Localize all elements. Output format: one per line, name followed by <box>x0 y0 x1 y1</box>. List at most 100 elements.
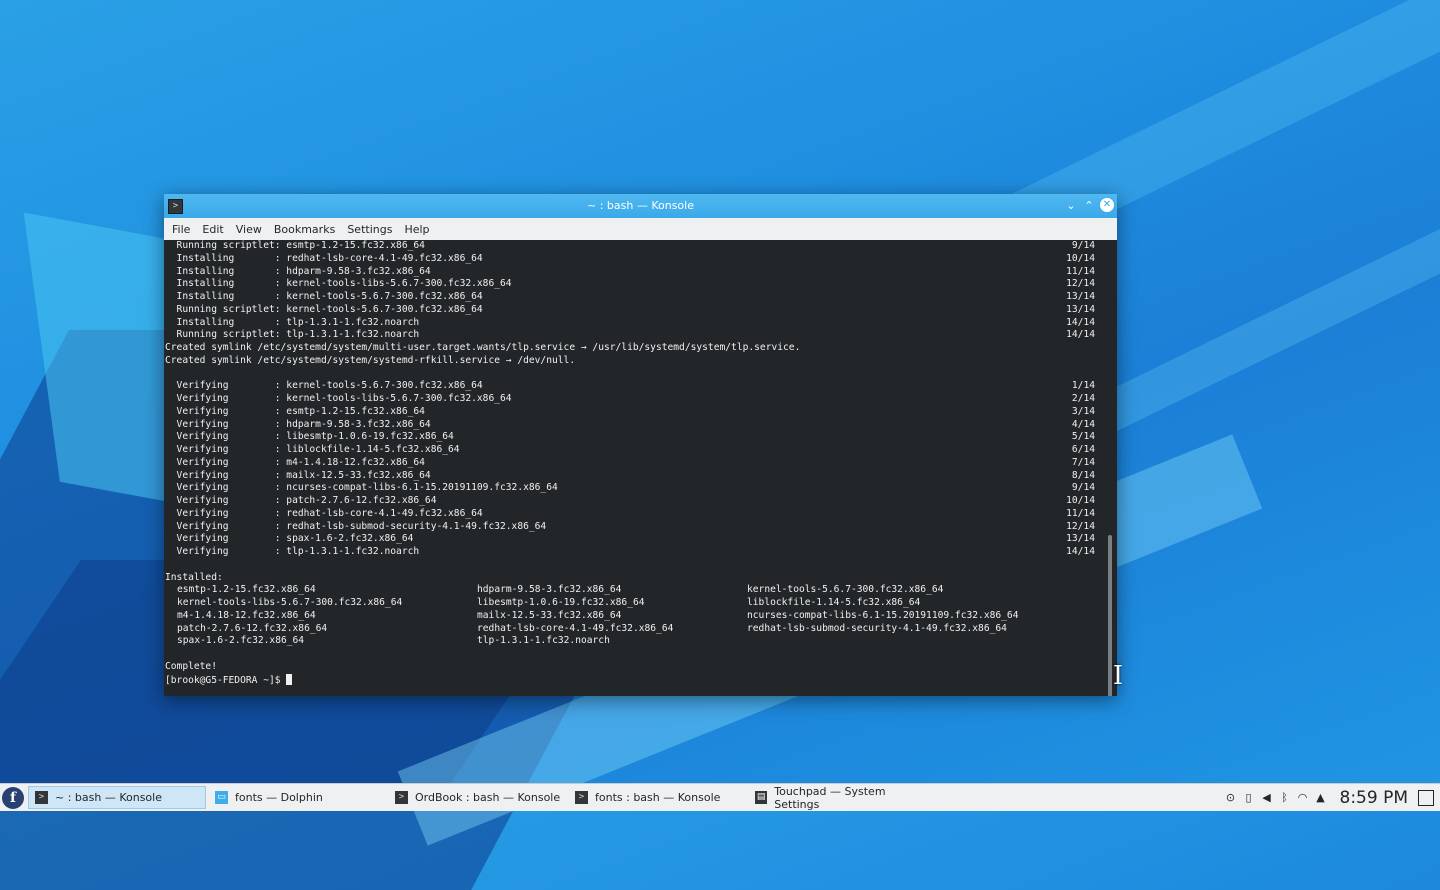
terminal-line: Verifying : tlp-1.3.1-1.fc32.noarch 14/14 <box>165 546 1117 559</box>
menu-edit[interactable]: Edit <box>196 223 229 236</box>
terminal-line: Verifying : libesmtp-1.0.6-19.fc32.x86_6… <box>165 431 1117 444</box>
bluetooth-icon[interactable]: ᛒ <box>1276 791 1294 804</box>
installed-package: kernel-tools-libs-5.6.7-300.fc32.x86_64 <box>177 597 402 610</box>
terminal-line: Verifying : redhat-lsb-core-4.1-49.fc32.… <box>165 508 1117 521</box>
progress-counter: 8/14 <box>1065 470 1095 483</box>
progress-counter: 12/14 <box>1065 521 1095 534</box>
progress-counter: 9/14 <box>1065 240 1095 253</box>
maximize-icon[interactable]: ⌃ <box>1081 198 1097 214</box>
ibeam-cursor-icon: I <box>1111 662 1125 690</box>
terminal-line: Running scriptlet: tlp-1.3.1-1.fc32.noar… <box>165 329 1117 342</box>
terminal-line-text: Verifying : kernel-tools-5.6.7-300.fc32.… <box>165 380 483 391</box>
terminal-line-text: Running scriptlet: tlp-1.3.1-1.fc32.noar… <box>165 329 419 340</box>
terminal-line: Installing : kernel-tools-5.6.7-300.fc32… <box>165 291 1117 304</box>
complete-message: Complete! <box>165 661 1117 674</box>
text-cursor <box>286 674 292 685</box>
konsole-icon: > <box>575 791 588 804</box>
taskbar-task-label: ~ : bash — Konsole <box>55 791 162 804</box>
installed-package: spax-1.6-2.fc32.x86_64 <box>177 635 304 648</box>
fedora-logo-icon[interactable]: f <box>2 787 24 809</box>
tray-expand-icon[interactable]: ▲ <box>1312 791 1330 804</box>
digital-clock[interactable]: 8:59 PM <box>1340 788 1409 808</box>
progress-counter: 2/14 <box>1065 393 1095 406</box>
terminal-line: Created symlink /etc/systemd/system/syst… <box>165 355 1117 368</box>
show-desktop-icon[interactable] <box>1418 790 1434 806</box>
menu-file[interactable]: File <box>166 223 196 236</box>
installed-package: tlp-1.3.1-1.fc32.noarch <box>477 635 610 648</box>
shell-prompt: [brook@G5-FEDORA ~]$ <box>165 675 286 686</box>
menu-help[interactable]: Help <box>398 223 435 236</box>
progress-counter: 11/14 <box>1065 266 1095 279</box>
progress-counter: 11/14 <box>1065 508 1095 521</box>
terminal-line-text: Verifying : ncurses-compat-libs-6.1-15.2… <box>165 482 558 493</box>
terminal-line-text: Verifying : mailx-12.5-33.fc32.x86_64 <box>165 470 431 481</box>
taskbar-task-label: OrdBook : bash — Konsole <box>415 791 560 804</box>
konsole-window[interactable]: > ~ : bash — Konsole ⌄ ⌃ ✕ File Edit Vie… <box>164 194 1117 696</box>
menu-bar: File Edit View Bookmarks Settings Help <box>164 218 1117 241</box>
installed-package: patch-2.7.6-12.fc32.x86_64 <box>177 623 327 636</box>
terminal-line: Verifying : patch-2.7.6-12.fc32.x86_64 10… <box>165 495 1117 508</box>
volume-icon[interactable]: ◀ <box>1258 791 1276 804</box>
progress-counter: 14/14 <box>1065 546 1095 559</box>
progress-counter: 7/14 <box>1065 457 1095 470</box>
terminal-line: Created symlink /etc/systemd/system/mult… <box>165 342 1117 355</box>
progress-counter: 13/14 <box>1065 304 1095 317</box>
progress-counter: 4/14 <box>1065 419 1095 432</box>
terminal-output[interactable]: Running scriptlet: esmtp-1.2-15.fc32.x86… <box>164 240 1117 696</box>
progress-counter: 12/14 <box>1065 278 1095 291</box>
taskbar-task[interactable]: ▤Touchpad — System Settings <box>748 786 926 809</box>
window-title: ~ : bash — Konsole <box>164 199 1117 212</box>
terminal-line: Installing : redhat-lsb-core-4.1-49.fc32… <box>165 253 1117 266</box>
terminal-line <box>165 648 1117 661</box>
application-launcher[interactable]: f <box>0 785 26 811</box>
terminal-line <box>165 368 1117 381</box>
terminal-line: Verifying : spax-1.6-2.fc32.x86_6413/14 <box>165 533 1117 546</box>
terminal-line-text: Installing : kernel-tools-libs-5.6.7-300… <box>165 278 512 289</box>
installed-package: m4-1.4.18-12.fc32.x86_64 <box>177 610 316 623</box>
terminal-line-text: Verifying : hdparm-9.58-3.fc32.x86_64 <box>165 419 431 430</box>
terminal-line: Verifying : kernel-tools-5.6.7-300.fc32.… <box>165 380 1117 393</box>
wifi-icon[interactable]: ◠ <box>1294 791 1312 804</box>
terminal-line-text: Installing : hdparm-9.58-3.fc32.x86_64 <box>165 266 431 277</box>
installed-package: libesmtp-1.0.6-19.fc32.x86_64 <box>477 597 645 610</box>
terminal-line-text: Installing : redhat-lsb-core-4.1-49.fc32… <box>165 253 483 264</box>
terminal-line: Verifying : esmtp-1.2-15.fc32.x86_643/14 <box>165 406 1117 419</box>
terminal-line-text: Verifying : patch-2.7.6-12.fc32.x86_64 <box>165 495 436 506</box>
installed-row: m4-1.4.18-12.fc32.x86_64mailx-12.5-33.fc… <box>165 610 1117 623</box>
progress-counter: 6/14 <box>1065 444 1095 457</box>
menu-settings[interactable]: Settings <box>341 223 398 236</box>
taskbar-task-label: fonts — Dolphin <box>235 791 323 804</box>
installed-row: kernel-tools-libs-5.6.7-300.fc32.x86_64 l… <box>165 597 1117 610</box>
taskbar-task[interactable]: ▭ fonts — Dolphin <box>208 786 386 809</box>
folder-icon: ▭ <box>215 791 228 804</box>
close-icon[interactable]: ✕ <box>1100 198 1114 212</box>
installed-package: liblockfile-1.14-5.fc32.x86_64 <box>747 597 920 610</box>
terminal-line-text: Installed: <box>165 572 223 583</box>
terminal-line-text: Running scriptlet: esmtp-1.2-15.fc32.x86… <box>165 240 425 251</box>
installed-package: hdparm-9.58-3.fc32.x86_64 <box>477 584 621 597</box>
minimize-icon[interactable]: ⌄ <box>1063 198 1079 214</box>
prompt-line[interactable]: [brook@G5-FEDORA ~]$ <box>165 674 1117 687</box>
installed-row: patch-2.7.6-12.fc32.x86_64redhat-lsb-cor… <box>165 623 1117 636</box>
taskbar-task[interactable]: >~ : bash — Konsole <box>28 786 206 809</box>
terminal-line: Running scriptlet: kernel-tools-5.6.7-30… <box>165 304 1117 317</box>
terminal-line-text: Created symlink /etc/systemd/system/mult… <box>165 342 800 353</box>
menu-view[interactable]: View <box>230 223 268 236</box>
menu-bookmarks[interactable]: Bookmarks <box>268 223 341 236</box>
taskbar-task[interactable]: >OrdBook : bash — Konsole <box>388 786 566 809</box>
terminal-line-text: Verifying : m4-1.4.18-12.fc32.x86_64 <box>165 457 425 468</box>
taskbar: f >~ : bash — Konsole▭fonts — Dolphin>Or… <box>0 783 1440 811</box>
terminal-line: Verifying : ncurses-compat-libs-6.1-15.2… <box>165 482 1117 495</box>
progress-counter: 10/14 <box>1065 495 1095 508</box>
terminal-line: Verifying : m4-1.4.18-12.fc32.x86_64 7/14 <box>165 457 1117 470</box>
window-titlebar[interactable]: > ~ : bash — Konsole ⌄ ⌃ ✕ <box>164 194 1117 218</box>
settings-icon: ▤ <box>755 791 767 804</box>
terminal-line-text: Verifying : tlp-1.3.1-1.fc32.noarch <box>165 546 419 557</box>
terminal-line: Verifying : redhat-lsb-submod-security-4… <box>165 521 1117 534</box>
terminal-line <box>165 559 1117 572</box>
terminal-line: Verifying : liblockfile-1.14-5.fc32.x86_… <box>165 444 1117 457</box>
wallpaper-shape <box>1098 168 1440 432</box>
clipboard-icon[interactable]: ▯ <box>1240 791 1258 804</box>
taskbar-task[interactable]: >fonts : bash — Konsole <box>568 786 746 809</box>
updates-icon[interactable]: ⊙ <box>1222 791 1240 804</box>
